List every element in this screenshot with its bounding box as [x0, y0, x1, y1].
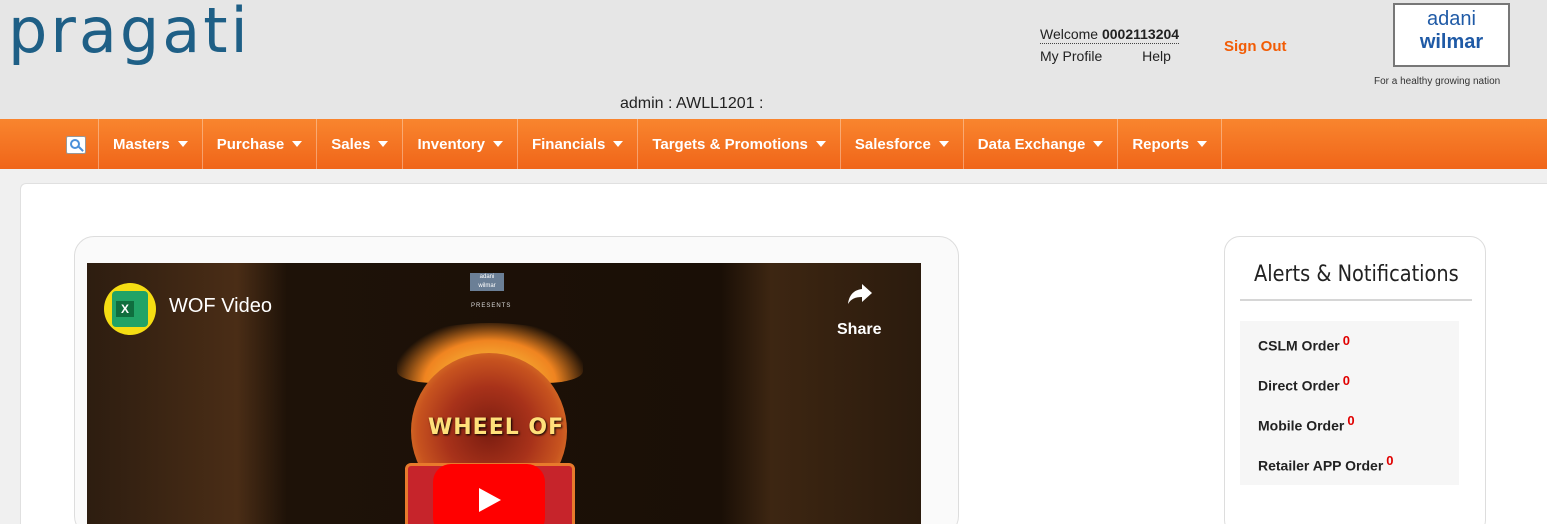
nav-item-purchase[interactable]: Purchase — [201, 119, 317, 169]
video-presents-text: PRESENTS — [471, 303, 512, 309]
nav-item-data-exchange[interactable]: Data Exchange — [962, 119, 1118, 169]
divider — [1240, 299, 1472, 301]
profile-links: My Profile Help — [1040, 48, 1171, 64]
caret-down-icon — [613, 141, 624, 147]
alerts-title: Alerts & Notifications — [1254, 262, 1459, 287]
search-icon[interactable] — [66, 136, 86, 154]
play-button[interactable] — [433, 464, 545, 524]
nav-menu: Masters Purchase Sales Inventory Financi… — [98, 119, 1223, 169]
nav-item-salesforce[interactable]: Salesforce — [839, 119, 963, 169]
thumbnail-text: WHEEL OF — [428, 415, 565, 440]
caret-down-icon — [492, 141, 503, 147]
alert-count: 0 — [1386, 453, 1394, 468]
brand-logo-line1: adani — [1427, 8, 1476, 30]
nav-item-inventory[interactable]: Inventory — [402, 119, 517, 169]
alert-count: 0 — [1347, 413, 1355, 428]
main-nav: Masters Purchase Sales Inventory Financi… — [0, 119, 1547, 169]
header: pragati Welcome 0002113204 My Profile He… — [0, 0, 1547, 119]
welcome-label: Welcome — [1040, 26, 1099, 42]
alert-count: 0 — [1342, 333, 1350, 348]
caret-down-icon — [1197, 141, 1208, 147]
user-id: 0002113204 — [1101, 26, 1180, 42]
nav-item-targets-promotions[interactable]: Targets & Promotions — [637, 119, 840, 169]
welcome-text: Welcome 0002113204 — [1040, 26, 1180, 44]
play-icon — [479, 488, 501, 512]
brand-logo-line2: wilmar — [1419, 31, 1484, 53]
video-title[interactable]: WOF Video — [169, 295, 272, 318]
my-profile-link[interactable]: My Profile — [1040, 48, 1102, 64]
video-player[interactable]: X WOF Video Share adani wilmar PRESENTS W… — [87, 263, 921, 524]
app-logo[interactable]: pragati — [8, 0, 251, 67]
admin-info: admin : AWLL1201 : — [620, 95, 764, 112]
caret-down-icon — [177, 141, 188, 147]
alert-item-direct-order[interactable]: Direct Order 0 — [1258, 373, 1350, 394]
caret-down-icon — [292, 141, 303, 147]
brand-tagline: For a healthy growing nation — [1374, 76, 1501, 87]
nav-item-sales[interactable]: Sales — [316, 119, 402, 169]
alert-count: 0 — [1342, 373, 1350, 388]
alerts-list: CSLM Order 0 Direct Order 0 Mobile Order 0 … — [1240, 321, 1459, 485]
alert-item-cslm-order[interactable]: CSLM Order 0 — [1258, 333, 1350, 354]
alert-item-retailer-app-order[interactable]: Retailer APP Order 0 — [1258, 453, 1394, 474]
nav-item-masters[interactable]: Masters — [98, 119, 202, 169]
video-brand-logo: adani wilmar — [470, 273, 504, 291]
nav-item-reports[interactable]: Reports — [1117, 119, 1223, 169]
share-icon[interactable] — [847, 283, 873, 305]
alert-item-mobile-order[interactable]: Mobile Order 0 — [1258, 413, 1355, 434]
caret-down-icon — [815, 141, 826, 147]
channel-logo-icon[interactable]: X — [104, 283, 156, 335]
help-link[interactable]: Help — [1142, 48, 1171, 64]
caret-down-icon — [938, 141, 949, 147]
share-button[interactable]: Share — [837, 321, 881, 339]
sign-out-link[interactable]: Sign Out — [1224, 38, 1287, 55]
caret-down-icon — [378, 141, 389, 147]
caret-down-icon — [1093, 141, 1104, 147]
brand-logo: adani wilmar — [1393, 3, 1510, 67]
nav-item-financials[interactable]: Financials — [516, 119, 637, 169]
